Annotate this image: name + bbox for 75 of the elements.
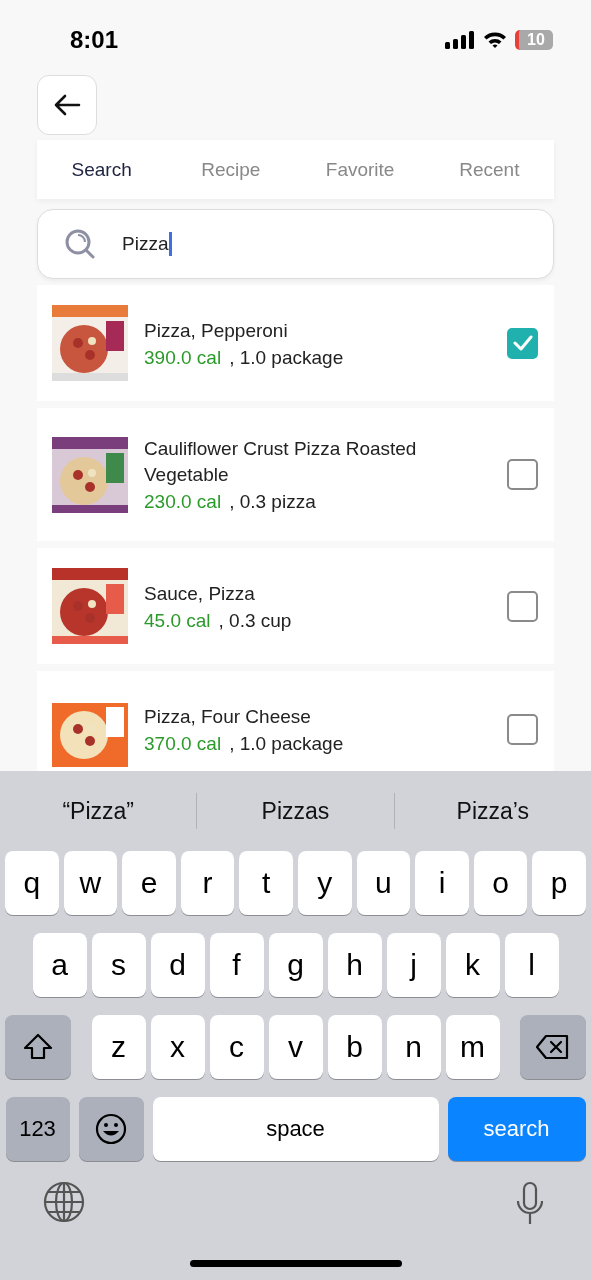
shift-icon xyxy=(23,1033,53,1061)
letter-key[interactable]: e xyxy=(122,851,176,915)
food-item[interactable]: Pizza, Four Cheese 370.0 cal , 1.0 package xyxy=(37,671,554,771)
letter-key[interactable]: n xyxy=(386,1015,441,1079)
status-time: 8:01 xyxy=(70,25,119,54)
letter-key[interactable]: s xyxy=(91,933,146,997)
search-icon xyxy=(64,228,96,260)
letter-key[interactable]: d xyxy=(150,933,205,997)
checkbox[interactable] xyxy=(507,713,538,745)
letter-key[interactable]: t xyxy=(239,851,293,915)
text-cursor xyxy=(169,232,173,256)
food-item[interactable]: Cauliflower Crust Pizza Roasted Vegetable 230.0 cal , 0.3 pizza xyxy=(37,408,554,541)
letter-key[interactable]: z xyxy=(91,1015,146,1079)
letter-key[interactable]: o xyxy=(473,851,528,915)
letter-key[interactable]: b xyxy=(327,1015,382,1079)
food-name: Cauliflower Crust Pizza Roasted Vegetable xyxy=(144,437,418,487)
globe-icon[interactable] xyxy=(43,1181,85,1223)
serving-amount: , 0.3 cup xyxy=(218,609,292,632)
food-name: Pizza, Four Cheese xyxy=(144,704,312,729)
calories: 390.0 cal xyxy=(144,346,222,369)
letter-key[interactable]: q xyxy=(5,851,59,915)
checkbox[interactable] xyxy=(507,327,538,359)
microphone-icon[interactable] xyxy=(514,1181,546,1227)
serving-amount: , 0.3 pizza xyxy=(229,491,316,513)
letter-key[interactable]: a xyxy=(32,933,87,997)
word-suggestion[interactable]: Pizza’s xyxy=(394,797,591,825)
backspace-icon xyxy=(536,1034,570,1060)
search-text: Pizza xyxy=(122,233,169,255)
shift-key[interactable] xyxy=(5,1015,71,1079)
emoji-key[interactable] xyxy=(78,1097,144,1161)
letter-key[interactable]: i xyxy=(415,851,469,915)
wifi-icon xyxy=(483,30,507,49)
letter-key[interactable]: v xyxy=(268,1015,323,1079)
calories: 230.0 cal xyxy=(144,491,222,513)
food-name: Sauce, Pizza xyxy=(144,581,256,606)
calories: 370.0 cal xyxy=(144,732,222,755)
search-key[interactable]: search xyxy=(447,1097,586,1161)
checkmark-icon xyxy=(512,335,533,351)
letter-key[interactable]: y xyxy=(298,851,352,915)
emoji-icon xyxy=(95,1113,127,1145)
letter-key[interactable]: h xyxy=(327,933,382,997)
checkbox[interactable] xyxy=(507,590,538,622)
word-suggestion[interactable]: “Pizza” xyxy=(0,797,197,825)
backspace-key[interactable] xyxy=(520,1015,586,1079)
tab[interactable]: Search xyxy=(37,140,167,199)
letter-key[interactable]: c xyxy=(209,1015,264,1079)
letter-key[interactable]: j xyxy=(386,933,441,997)
letter-key[interactable]: g xyxy=(268,933,323,997)
letter-key[interactable]: m xyxy=(445,1015,500,1079)
numbers-key[interactable]: 123 xyxy=(5,1097,70,1161)
word-suggestion[interactable]: Pizzas xyxy=(197,797,394,825)
tab[interactable]: Recipe xyxy=(166,140,296,199)
space-key[interactable]: space xyxy=(152,1097,439,1161)
food-item[interactable]: Sauce, Pizza 45.0 cal , 0.3 cup xyxy=(37,548,554,664)
back-button[interactable] xyxy=(37,75,97,135)
serving-amount: , 1.0 package xyxy=(229,346,344,369)
letter-key[interactable]: x xyxy=(150,1015,205,1079)
letter-key[interactable]: l xyxy=(504,933,559,997)
food-item[interactable]: Pizza, Pepperoni 390.0 cal , 1.0 package xyxy=(37,285,554,401)
letter-key[interactable]: p xyxy=(532,851,586,915)
battery-indicator: 10 xyxy=(515,29,553,50)
checkbox[interactable] xyxy=(507,459,538,490)
calories: 45.0 cal xyxy=(144,609,211,632)
letter-key[interactable]: k xyxy=(445,933,500,997)
letter-key[interactable]: f xyxy=(209,933,264,997)
letter-key[interactable]: u xyxy=(356,851,411,915)
search-field[interactable]: Pizza xyxy=(37,209,554,279)
food-name: Pizza, Pepperoni xyxy=(144,318,289,343)
letter-key[interactable]: r xyxy=(180,851,235,915)
letter-key[interactable]: w xyxy=(63,851,118,915)
tab[interactable]: Favorite xyxy=(295,140,425,199)
signal-icon xyxy=(445,29,475,50)
back-arrow-icon xyxy=(53,93,81,117)
tab[interactable]: Recent xyxy=(424,140,554,199)
serving-amount: , 1.0 package xyxy=(229,732,344,755)
